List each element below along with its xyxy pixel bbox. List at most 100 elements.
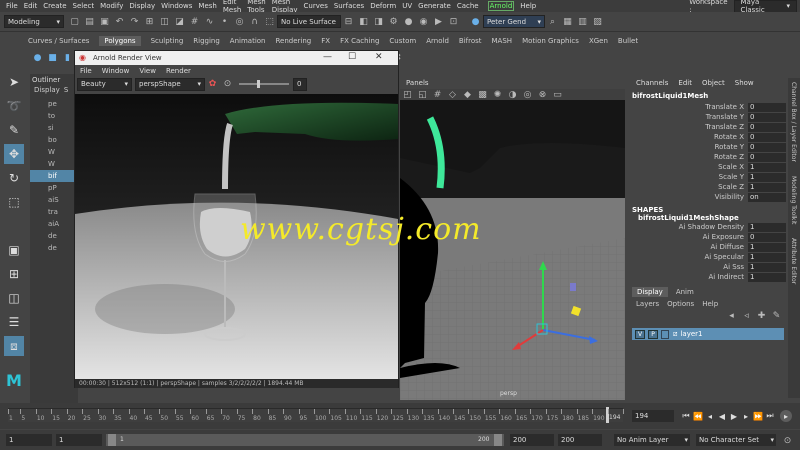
exposure-value[interactable]: 0 — [293, 77, 307, 91]
attribute-value-field[interactable]: 0 — [748, 142, 786, 152]
toggle-tool-settings-icon[interactable]: ▧ — [591, 15, 604, 28]
outliner-item[interactable]: si — [30, 122, 78, 134]
lights-icon[interactable]: ✺ — [491, 88, 504, 101]
attribute-value-field[interactable]: 1 — [748, 222, 786, 232]
live-surface-field[interactable]: No Live Surface — [277, 15, 341, 28]
attribute-value-field[interactable]: 1 — [748, 162, 786, 172]
shelf-tab-fx[interactable]: FX — [321, 37, 330, 45]
anim-layer-dropdown[interactable]: No Anim Layer ▾ — [614, 434, 690, 446]
shelf-tab-bifrost[interactable]: Bifrost — [459, 37, 482, 45]
render-settings-icon[interactable]: ⚙ — [387, 15, 400, 28]
layer-playback-toggle[interactable]: P — [648, 329, 658, 339]
range-start-handle[interactable] — [108, 434, 116, 446]
cb-menu-show[interactable]: Show — [735, 79, 754, 87]
menu-cache[interactable]: Cache — [457, 2, 479, 10]
arnold-ipr-icon[interactable]: ▶ — [432, 15, 445, 28]
playback-end-field[interactable]: 200 — [510, 434, 554, 446]
tab-channel-box-layer-editor[interactable]: Channel Box / Layer Editor — [790, 82, 797, 162]
menu-generate[interactable]: Generate — [418, 2, 451, 10]
select-hierarchy-icon[interactable]: ⊞ — [143, 15, 156, 28]
tab-modeling-toolkit[interactable]: Modeling Toolkit — [790, 176, 797, 224]
attribute-value-field[interactable]: 0 — [748, 132, 786, 142]
outliner-pane-icon[interactable]: ☰ — [4, 312, 24, 332]
attribute-value-field[interactable]: 1 — [748, 182, 786, 192]
wireframe-icon[interactable]: ◇ — [446, 88, 459, 101]
layer-menu-help[interactable]: Help — [702, 300, 718, 308]
step-back-frame-icon[interactable]: ◂ — [704, 410, 716, 422]
minimize-icon[interactable]: — — [323, 52, 332, 62]
live-surface-icon[interactable]: ⬚ — [263, 15, 276, 28]
exposure-slider-handle[interactable] — [257, 80, 260, 88]
viewport-menu-panels[interactable]: Panels — [406, 79, 429, 87]
go-to-start-icon[interactable]: ⏮ — [680, 410, 692, 422]
toggle-channel-box-icon[interactable]: ▦ — [561, 15, 574, 28]
maximize-icon[interactable]: ☐ — [348, 52, 356, 62]
poly-cube-icon[interactable]: ■ — [46, 52, 59, 65]
toggle-attribute-editor-icon[interactable]: ▥ — [576, 15, 589, 28]
range-end-handle[interactable] — [494, 434, 502, 446]
snap-curve-icon[interactable]: ∿ — [203, 15, 216, 28]
menu-surfaces[interactable]: Surfaces — [334, 2, 364, 10]
outliner-item[interactable]: bo — [30, 134, 78, 146]
shelf-tab-motion-graphics[interactable]: Motion Graphics — [522, 37, 579, 45]
outliner-item[interactable]: tra — [30, 206, 78, 218]
grid-toggle-icon[interactable]: # — [431, 88, 444, 101]
cb-menu-object[interactable]: Object — [702, 79, 725, 87]
rv-menu-view[interactable]: View — [139, 67, 156, 75]
attribute-value-field[interactable]: 1 — [748, 172, 786, 182]
menu-mesh[interactable]: Mesh — [198, 2, 216, 10]
rotate-tool-icon[interactable]: ↻ — [4, 168, 24, 188]
layer-menu-layers[interactable]: Layers — [636, 300, 659, 308]
rv-menu-window[interactable]: Window — [102, 67, 130, 75]
select-component-icon[interactable]: ◪ — [173, 15, 186, 28]
aov-dropdown[interactable]: Beauty ▾ — [77, 77, 132, 91]
menu-set-dropdown[interactable]: Modeling ▾ — [4, 15, 64, 28]
textured-icon[interactable]: ▩ — [476, 88, 489, 101]
snap-grid-icon[interactable]: # — [188, 15, 201, 28]
new-scene-icon[interactable]: ▢ — [68, 15, 81, 28]
lasso-tool-icon[interactable]: ➰ — [4, 96, 24, 116]
play-forward-icon[interactable]: ▶ — [728, 410, 740, 422]
camera-attributes-icon[interactable]: ◰ — [401, 88, 414, 101]
shelf-tab-custom[interactable]: Custom — [389, 37, 416, 45]
hypershade-icon[interactable]: ● — [402, 15, 415, 28]
menu-help[interactable]: Help — [520, 2, 536, 10]
current-frame-field[interactable]: 194 — [632, 410, 674, 422]
move-layer-down-icon[interactable]: ◃ — [740, 310, 753, 323]
outliner-item[interactable]: de — [30, 230, 78, 242]
menu-modify[interactable]: Modify — [100, 2, 123, 10]
layer-row[interactable]: V P ⧄ layer1 — [632, 328, 784, 340]
new-layer-selected-icon[interactable]: ✎ — [770, 310, 783, 323]
step-forward-frame-icon[interactable]: ▸ — [740, 410, 752, 422]
tab-display[interactable]: Display — [632, 287, 668, 297]
magnet-icon[interactable]: ∩ — [248, 15, 261, 28]
rv-menu-file[interactable]: File — [80, 67, 92, 75]
outliner-menu-show[interactable]: S — [64, 86, 68, 94]
tab-attribute-editor[interactable]: Attribute Editor — [790, 238, 797, 284]
menu-arnold[interactable]: Arnold — [487, 1, 515, 11]
select-tool-icon[interactable]: ➤ — [4, 72, 24, 92]
xray-icon[interactable]: ⊗ — [536, 88, 549, 101]
cb-menu-edit[interactable]: Edit — [678, 79, 692, 87]
animation-start-field[interactable]: 1 — [6, 434, 52, 446]
outliner-menu-display[interactable]: Display — [34, 86, 60, 94]
menu-edit[interactable]: Edit — [24, 2, 38, 10]
attribute-value-field[interactable]: 0 — [748, 232, 786, 242]
step-forward-key-icon[interactable]: ⏩ — [752, 410, 764, 422]
camera-dropdown[interactable]: perspShape ▾ — [135, 77, 205, 91]
play-backward-icon[interactable]: ◀ — [716, 410, 728, 422]
color-channels-icon[interactable]: ✿ — [206, 78, 219, 91]
attribute-value-field[interactable]: on — [748, 192, 786, 202]
bookmark-icon[interactable]: ◱ — [416, 88, 429, 101]
paint-select-tool-icon[interactable]: ✎ — [4, 120, 24, 140]
shelf-tab-polygons[interactable]: Polygons — [99, 36, 141, 46]
exposure-slider[interactable] — [239, 80, 289, 88]
close-icon[interactable]: ✕ — [375, 52, 383, 62]
move-layer-up-icon[interactable]: ◂ — [725, 310, 738, 323]
shelf-tab-curves-surfaces[interactable]: Curves / Surfaces — [28, 37, 89, 45]
outliner-item[interactable]: bif — [30, 170, 78, 182]
attribute-value-field[interactable]: 1 — [748, 272, 786, 282]
search-icon[interactable]: ⌕ — [546, 15, 559, 28]
outliner-item[interactable]: aiS — [30, 194, 78, 206]
menu-display[interactable]: Display — [129, 2, 155, 10]
